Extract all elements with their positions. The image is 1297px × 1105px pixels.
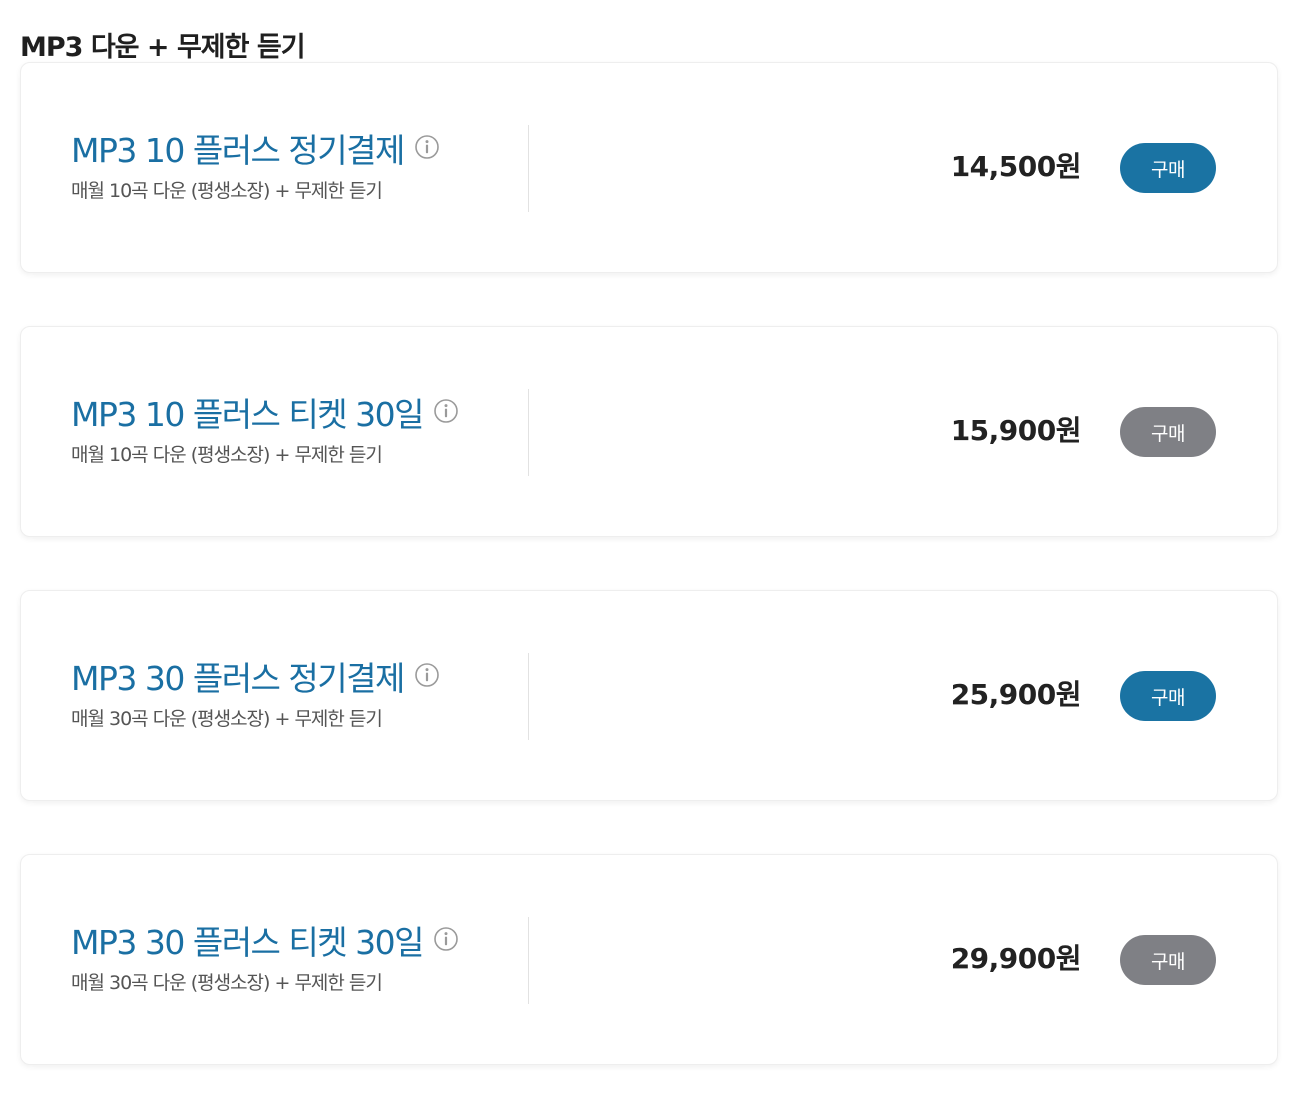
divider (528, 389, 529, 476)
plan-card: MP3 10 플러스 티켓 30일 매월 10곡 다운 (평생소장) + 무제한… (20, 326, 1278, 537)
plan-price: 29,900원 (950, 942, 1082, 975)
plan-description: 매월 30곡 다운 (평생소장) + 무제한 듣기 (71, 972, 383, 994)
buy-button[interactable]: 구매 (1120, 671, 1216, 721)
info-circle-icon[interactable] (433, 398, 459, 424)
plan-info: MP3 10 플러스 정기결제 매월 10곡 다운 (평생소장) + 무제한 듣… (71, 129, 440, 203)
plan-description: 매월 10곡 다운 (평생소장) + 무제한 듣기 (71, 180, 383, 202)
plan-info: MP3 10 플러스 티켓 30일 매월 10곡 다운 (평생소장) + 무제한… (71, 393, 459, 467)
divider (528, 917, 529, 1004)
plan-name-row: MP3 30 플러스 정기결제 (71, 657, 440, 701)
plan-price: 15,900원 (950, 414, 1082, 447)
divider (528, 653, 529, 740)
plan-info: MP3 30 플러스 티켓 30일 매월 30곡 다운 (평생소장) + 무제한… (71, 921, 459, 995)
plan-name: MP3 10 플러스 티켓 30일 (71, 395, 424, 434)
plan-card: MP3 10 플러스 정기결제 매월 10곡 다운 (평생소장) + 무제한 듣… (20, 62, 1278, 273)
divider (528, 125, 529, 212)
plan-description: 매월 10곡 다운 (평생소장) + 무제한 듣기 (71, 444, 383, 466)
info-circle-icon[interactable] (433, 926, 459, 952)
plan-name-row: MP3 30 플러스 티켓 30일 (71, 921, 459, 965)
plan-name-row: MP3 10 플러스 티켓 30일 (71, 393, 459, 437)
info-circle-icon[interactable] (414, 134, 440, 160)
buy-button[interactable]: 구매 (1120, 143, 1216, 193)
buy-button[interactable]: 구매 (1120, 407, 1216, 457)
plan-price: 14,500원 (950, 150, 1082, 183)
plan-name: MP3 10 플러스 정기결제 (71, 131, 405, 170)
plan-card: MP3 30 플러스 티켓 30일 매월 30곡 다운 (평생소장) + 무제한… (20, 854, 1278, 1065)
info-circle-icon[interactable] (414, 662, 440, 688)
plan-price: 25,900원 (950, 678, 1082, 711)
buy-button[interactable]: 구매 (1120, 935, 1216, 985)
plan-info: MP3 30 플러스 정기결제 매월 30곡 다운 (평생소장) + 무제한 듣… (71, 657, 440, 731)
plan-name-row: MP3 10 플러스 정기결제 (71, 129, 440, 173)
plan-name: MP3 30 플러스 정기결제 (71, 659, 405, 698)
plan-card: MP3 30 플러스 정기결제 매월 30곡 다운 (평생소장) + 무제한 듣… (20, 590, 1278, 801)
plan-description: 매월 30곡 다운 (평생소장) + 무제한 듣기 (71, 708, 383, 730)
plan-name: MP3 30 플러스 티켓 30일 (71, 923, 424, 962)
